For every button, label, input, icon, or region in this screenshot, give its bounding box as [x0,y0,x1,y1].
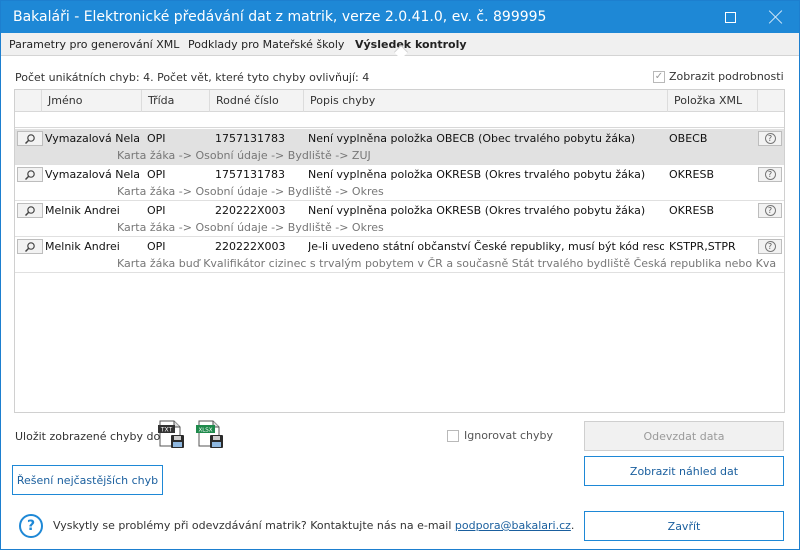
window-title: Bakaláři - Elektronické předávání dat z … [13,9,547,25]
row-detail-button[interactable] [17,167,43,182]
magnifier-icon [24,133,35,144]
row-help-button[interactable]: ? [758,239,782,254]
show-details-checkbox[interactable]: ✓ Zobrazit podrobnosti [653,70,784,83]
maximize-button[interactable] [707,1,753,33]
error-grid: Jméno Třída Rodné číslo Popis chyby Polo… [14,89,785,413]
submit-data-button[interactable]: Odevzdat data [584,421,784,451]
preview-data-button[interactable]: Zobrazit náhled dat [584,456,784,486]
save-txt-button[interactable]: TXT [156,419,186,449]
filter-row[interactable] [15,112,784,128]
checkmark-icon: ✓ [653,70,665,83]
tab-xml-parameters[interactable]: Parametry pro generování XML [9,38,179,51]
cell-xml-item: OKRESB [669,168,714,181]
ignore-errors-checkbox[interactable]: Ignorovat chyby [447,429,553,442]
table-row[interactable]: Melnik Andrei OPI 220222X003 Je-li uvede… [15,237,784,273]
row-detail-path: Karta žáka -> Osobní údaje -> Bydliště -… [117,149,371,162]
help-text-end: . [570,519,575,532]
tab-bar: Parametry pro generování XML Podklady pr… [1,33,799,60]
txt-icon-label: TXT [160,427,173,434]
cell-name: Melnik Andrei [45,240,120,253]
cell-xml-item: OBECB [669,132,708,145]
xlsx-file-icon: XLSX [196,420,223,448]
table-row[interactable]: Vymazalová Nela OPI 1757131783 Není vypl… [15,165,784,201]
column-header-xml-item[interactable]: Položka XML [667,90,757,112]
cell-description: Není vyplněna položka OKRESB (Okres trva… [308,168,646,181]
cell-birth-number: 1757131783 [215,132,285,145]
row-detail-path: Karta žáka -> Osobní údaje -> Bydliště -… [117,221,384,234]
ignore-errors-label: Ignorovat chyby [464,429,554,442]
question-icon: ? [764,133,776,144]
column-header-description[interactable]: Popis chyby [303,90,667,112]
error-summary: Počet unikátních chyb: 4. Počet vět, kte… [15,71,370,84]
cell-birth-number: 220222X003 [215,240,286,253]
main-window: Bakaláři - Elektronické předávání dat z … [0,0,800,550]
cell-description: Není vyplněna položka OKRESB (Okres trva… [308,204,646,217]
row-help-button[interactable]: ? [758,167,782,182]
cell-description: Je-li uvedeno státní občanství České rep… [308,240,664,253]
save-xlsx-button[interactable]: XLSX [195,419,225,449]
magnifier-icon [24,169,35,180]
common-errors-button[interactable]: Řešení nejčastějších chyb [12,465,163,495]
row-detail-path: Karta žáka buď Kvalifikátor cizinec s tr… [117,257,777,270]
show-details-label: Zobrazit podrobnosti [669,70,784,83]
question-icon: ? [764,169,776,180]
help-message: Vyskytly se problémy při odevzdávání mat… [53,519,574,532]
magnifier-icon [24,205,35,216]
column-header-name[interactable]: Jméno [41,90,141,112]
xlsx-icon-label: XLSX [198,428,212,434]
cell-xml-item: KSTPR,STPR [669,240,736,253]
row-detail-button[interactable] [17,131,43,146]
cell-class: OPI [147,240,166,253]
help-icon: ? [19,514,43,538]
column-header-class[interactable]: Třída [141,90,209,112]
cell-class: OPI [147,204,166,217]
title-bar: Bakaláři - Elektronické předávání dat z … [1,1,799,33]
question-icon: ? [764,205,776,216]
column-header-help [757,90,784,112]
cell-xml-item: OKRESB [669,204,714,217]
question-icon: ? [764,241,776,252]
support-email-link[interactable]: podpora@bakalari.cz [455,519,571,532]
grid-header: Jméno Třída Rodné číslo Popis chyby Polo… [15,90,784,112]
row-help-button[interactable]: ? [758,131,782,146]
cell-class: OPI [147,132,166,145]
magnifier-icon [24,241,35,252]
cell-name: Melnik Andrei [45,204,120,217]
cell-description: Není vyplněna položka OBECB (Obec trvalé… [308,132,636,145]
row-detail-path: Karta žáka -> Osobní údaje -> Bydliště -… [117,185,384,198]
cell-birth-number: 1757131783 [215,168,285,181]
table-row[interactable]: Melnik Andrei OPI 220222X003 Není vyplně… [15,201,784,237]
row-detail-button[interactable] [17,239,43,254]
maximize-icon [724,11,736,23]
help-text: Vyskytly se problémy při odevzdávání mat… [53,519,455,532]
table-row[interactable]: Vymazalová Nela OPI 1757131783 Není vypl… [15,129,784,165]
close-icon [769,10,783,24]
cell-name: Vymazalová Nela [45,168,139,181]
cell-class: OPI [147,168,166,181]
cell-name: Vymazalová Nela [45,132,139,145]
checkbox-box [447,429,459,442]
txt-file-icon: TXT [158,420,184,448]
cell-birth-number: 220222X003 [215,204,286,217]
column-header-birth-number[interactable]: Rodné číslo [209,90,303,112]
close-window-button[interactable] [753,1,799,33]
tab-check-result[interactable]: Výsledek kontroly [355,38,467,51]
row-help-button[interactable]: ? [758,203,782,218]
save-errors-label: Uložit zobrazené chyby do: [15,430,164,443]
close-button[interactable]: Zavřít [584,511,784,541]
row-detail-button[interactable] [17,203,43,218]
tab-kindergarten-data[interactable]: Podklady pro Mateřské školy [188,38,344,51]
